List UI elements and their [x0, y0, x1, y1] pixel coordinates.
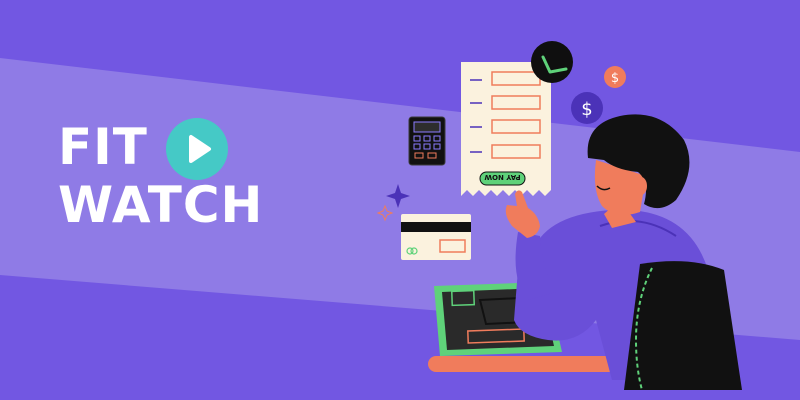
- desk: [428, 356, 618, 372]
- credit-card-icon: [401, 214, 471, 260]
- sparkle-icon: [376, 204, 394, 222]
- sparkle-icon: [386, 184, 410, 208]
- chair-icon: [624, 261, 742, 391]
- checkmark-badge: [531, 41, 573, 83]
- banner: FIT WATCH PAY NOW $ $: [0, 0, 800, 400]
- payment-illustration: PAY NOW $ $: [376, 41, 742, 391]
- pay-now-label: PAY NOW: [484, 173, 521, 181]
- receipt: PAY NOW: [461, 62, 551, 196]
- dollar-badge-orange: $: [604, 66, 626, 88]
- dollar-icon: $: [581, 99, 592, 120]
- dollar-badge-purple: $: [571, 92, 603, 124]
- calculator-icon: [408, 116, 446, 166]
- dollar-icon: $: [611, 71, 619, 86]
